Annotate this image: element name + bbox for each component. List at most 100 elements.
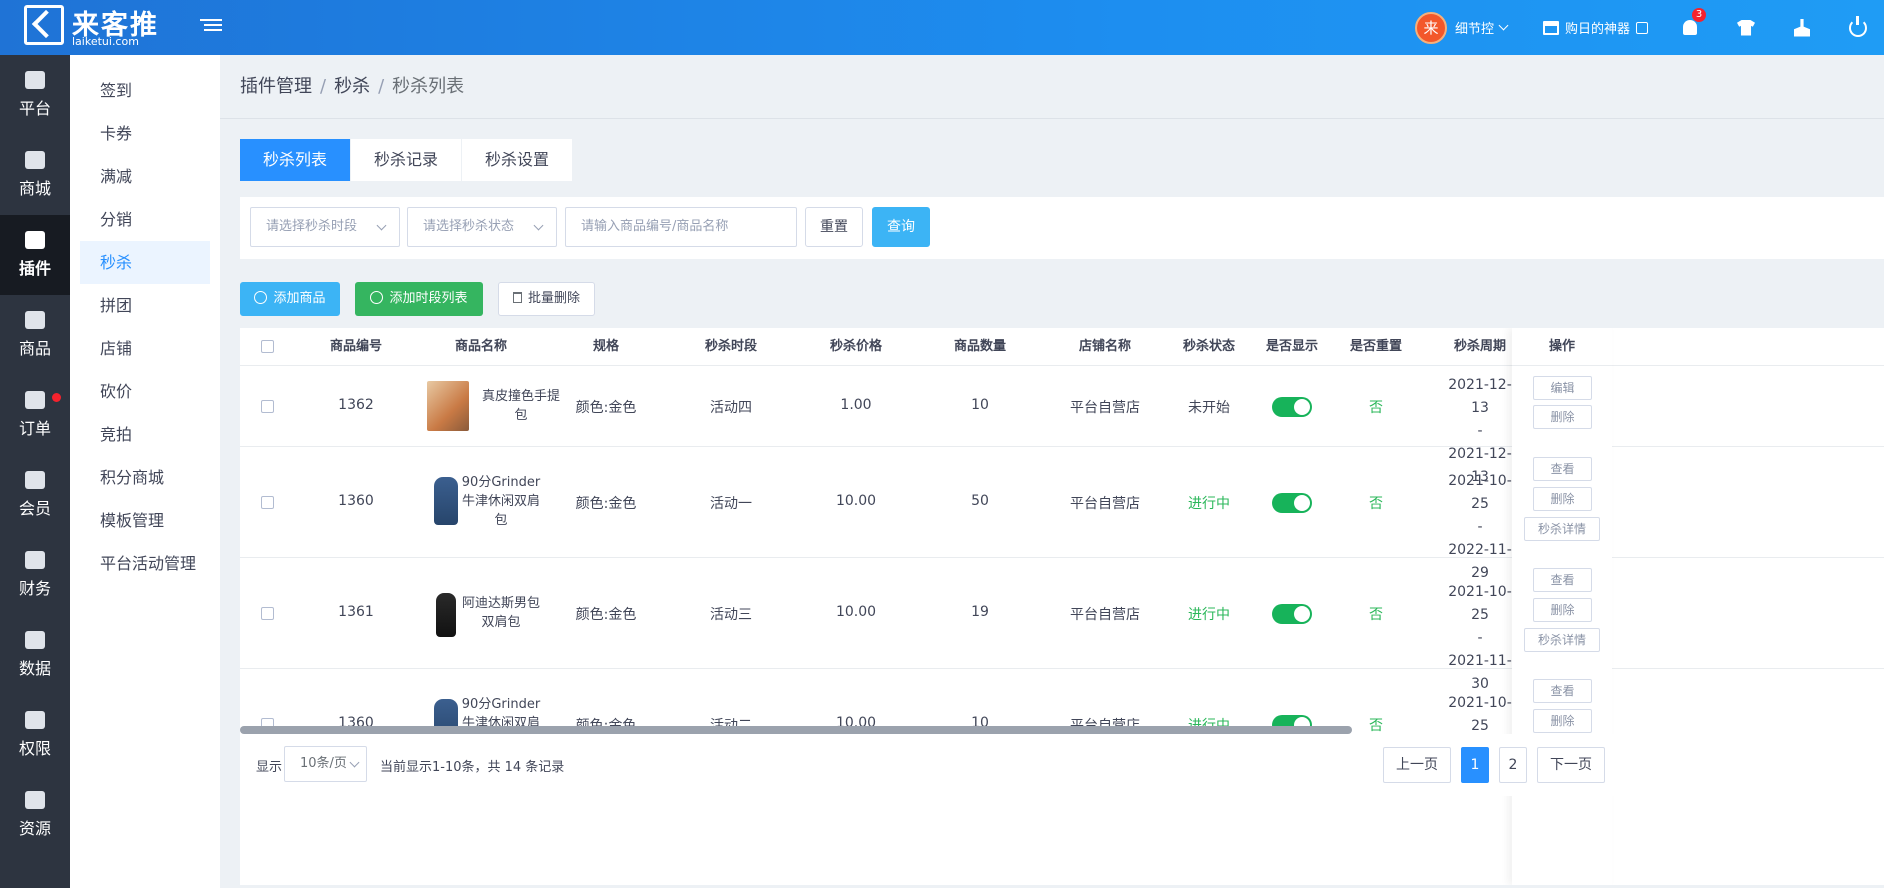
nav-item-resources[interactable]: 资源 — [0, 775, 70, 855]
edit-button[interactable]: 编辑 — [1533, 376, 1592, 400]
pie-chart-icon — [25, 631, 45, 649]
table-row: 1361 阿迪达斯男包双肩包 颜色:金色 活动三 10.00 19 平台自营店 … — [240, 558, 1884, 692]
sale-price: 10.00 — [835, 604, 877, 620]
theme-button[interactable] — [1734, 16, 1758, 40]
tab-flash-sale-records[interactable]: 秒杀记录 — [351, 139, 463, 181]
subnav-item-templates[interactable]: 模板管理 — [80, 499, 210, 542]
visible-toggle[interactable] — [1272, 604, 1312, 624]
page-size-value: 10条/页 — [300, 756, 347, 771]
store-name: 平台自营店 — [1070, 607, 1140, 623]
nav-item-members[interactable]: 会员 — [0, 455, 70, 535]
keyword-input[interactable]: 请输入商品编号/商品名称 — [565, 207, 797, 247]
sale-period: 活动四 — [710, 400, 752, 416]
breadcrumb-current: 秒杀列表 — [392, 76, 465, 97]
subnav-item-checkin[interactable]: 签到 — [80, 69, 210, 112]
nav-item-permissions[interactable]: 权限 — [0, 695, 70, 775]
page-size-label: 显示 — [256, 760, 283, 775]
user-icon — [25, 471, 45, 489]
prev-page-button[interactable]: 上一页 — [1383, 747, 1451, 783]
nav-label: 权限 — [18, 739, 51, 758]
row-checkbox[interactable] — [261, 496, 274, 509]
horizontal-scrollbar[interactable] — [240, 726, 1352, 734]
subnav-item-coupon[interactable]: 卡券 — [80, 112, 210, 155]
trash-icon — [512, 292, 522, 303]
table-row: 1362 真皮撞色手提包 颜色:金色 活动四 1.00 10 平台自营店 未开始… — [240, 366, 1884, 485]
broom-icon — [1794, 18, 1810, 37]
page-size-select[interactable]: 10条/页 — [284, 746, 367, 782]
pagination-footer: 显示 10条/页 当前显示1-10条，共 14 条记录 上一页 1 2 下一页 — [240, 734, 1884, 796]
nav-item-data[interactable]: 数据 — [0, 615, 70, 695]
plus-circle-icon — [254, 291, 268, 304]
col-quantity: 商品数量 — [953, 339, 1006, 354]
nav-item-plugins[interactable]: 插件 — [0, 215, 70, 295]
col-store: 店铺名称 — [1078, 339, 1131, 354]
page-2-button[interactable]: 2 — [1499, 747, 1527, 783]
flash-sale-detail-button[interactable]: 秒杀详情 — [1524, 517, 1600, 541]
reset-button[interactable]: 重置 — [805, 207, 863, 247]
subnav-item-discount[interactable]: 满减 — [80, 155, 210, 198]
row-checkbox[interactable] — [261, 607, 274, 620]
tab-flash-sale-list[interactable]: 秒杀列表 — [240, 139, 352, 181]
cycle-start: 2021-10-25 — [1448, 584, 1512, 623]
subnav-item-auction[interactable]: 竞拍 — [80, 413, 210, 456]
logo-domain: laiketui.com — [72, 35, 139, 48]
delete-button[interactable]: 删除 — [1533, 709, 1592, 733]
subnav-item-flash-sale[interactable]: 秒杀 — [80, 241, 210, 284]
next-page-button[interactable]: 下一页 — [1537, 747, 1605, 783]
view-button[interactable]: 查看 — [1533, 568, 1592, 592]
nav-item-finance[interactable]: 财务 — [0, 535, 70, 615]
nav-label: 资源 — [18, 819, 51, 838]
product-name: 真皮撞色手提包 — [481, 389, 560, 423]
page-1-button[interactable]: 1 — [1461, 747, 1489, 783]
product-image — [427, 381, 469, 431]
breadcrumb-plugins[interactable]: 插件管理 — [240, 76, 312, 97]
period-select[interactable]: 请选择秒杀时段 — [250, 207, 400, 247]
view-button[interactable]: 查看 — [1533, 679, 1592, 703]
image-icon — [25, 791, 45, 809]
logout-button[interactable] — [1846, 15, 1870, 40]
nav-item-orders[interactable]: 订单 — [0, 375, 70, 455]
breadcrumb: 插件管理 / 秒杀 / 秒杀列表 — [220, 55, 1884, 119]
select-all-checkbox[interactable] — [261, 340, 274, 353]
subnav-item-distribution[interactable]: 分销 — [80, 198, 210, 241]
record-summary: 当前显示1-10条，共 14 条记录 — [380, 760, 565, 775]
add-product-button[interactable]: 添加商品 — [240, 282, 340, 316]
subnav-item-store[interactable]: 店铺 — [80, 327, 210, 370]
subnav-item-group-buy[interactable]: 拼团 — [80, 284, 210, 327]
view-button[interactable]: 查看 — [1533, 457, 1592, 481]
subnav-item-platform-events[interactable]: 平台活动管理 — [80, 542, 210, 585]
visible-toggle[interactable] — [1272, 493, 1312, 513]
cycle-start: 2021-10-25 — [1448, 695, 1512, 734]
query-button[interactable]: 查询 — [872, 207, 930, 247]
col-price: 秒杀价格 — [829, 339, 882, 354]
visible-toggle[interactable] — [1272, 397, 1312, 417]
add-period-button[interactable]: 添加时段列表 — [355, 282, 483, 316]
batch-delete-button[interactable]: 批量删除 — [498, 282, 595, 316]
subnav-item-points-mall[interactable]: 积分商城 — [80, 456, 210, 499]
product-spec: 颜色:金色 — [575, 400, 637, 416]
flash-sale-detail-button[interactable]: 秒杀详情 — [1524, 628, 1600, 652]
notification-button[interactable]: 3 — [1678, 7, 1706, 40]
product-name: 90分Grinder牛津休闲双肩包 — [461, 475, 541, 528]
nav-item-platform[interactable]: 平台 — [0, 55, 70, 135]
status-select[interactable]: 请选择秒杀状态 — [407, 207, 557, 247]
row-checkbox[interactable] — [261, 400, 274, 413]
delete-button[interactable]: 删除 — [1533, 405, 1592, 429]
menu-toggle-icon[interactable] — [200, 16, 222, 36]
sale-period: 活动三 — [710, 607, 752, 623]
store-link[interactable]: 购日的神器 — [1542, 18, 1648, 37]
nav-item-goods[interactable]: 商品 — [0, 295, 70, 375]
tab-flash-sale-settings[interactable]: 秒杀设置 — [462, 139, 574, 181]
delete-button[interactable]: 删除 — [1533, 598, 1592, 622]
breadcrumb-flash-sale[interactable]: 秒杀 — [334, 76, 370, 97]
nav-item-mall[interactable]: 商城 — [0, 135, 70, 215]
delete-button[interactable]: 删除 — [1533, 487, 1592, 511]
shirt-icon — [1737, 19, 1755, 36]
subnav-item-bargain[interactable]: 砍价 — [80, 370, 210, 413]
user-menu[interactable]: 来 细节控 — [1414, 11, 1509, 44]
chevron-down-icon — [1498, 20, 1509, 31]
clear-cache-button[interactable] — [1790, 16, 1814, 40]
logo[interactable]: 来客推 laiketui.com — [24, 5, 184, 49]
cycle-start: 2021-12-13 — [1448, 377, 1512, 416]
keyword-input-placeholder: 请输入商品编号/商品名称 — [581, 219, 729, 234]
